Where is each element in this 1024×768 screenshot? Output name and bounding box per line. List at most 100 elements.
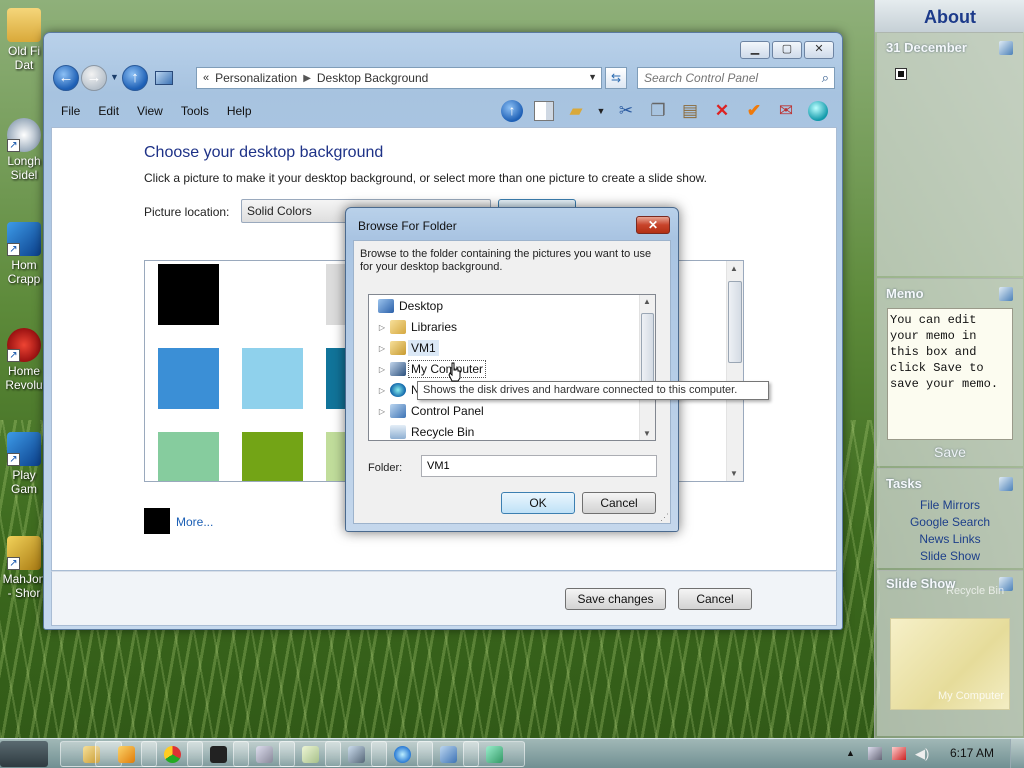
desktop-icon-hp-home[interactable]: ↗ Hom Crapp: [0, 222, 48, 286]
desktop-icon-label: Play Gam: [10, 468, 37, 496]
ok-button[interactable]: OK: [501, 492, 575, 514]
task-google-search[interactable]: Google Search: [875, 515, 1024, 529]
task-news-links[interactable]: News Links: [875, 532, 1024, 546]
cut-icon[interactable]: ✂: [614, 99, 638, 123]
folder-check-icon[interactable]: ▰: [564, 99, 588, 123]
back-button[interactable]: ←: [53, 65, 79, 91]
memo-save-button[interactable]: Save: [875, 444, 1024, 460]
desktop-icon-home-revolution[interactable]: ↗ Home Revolu: [0, 328, 48, 392]
dialog-close-button[interactable]: ✕: [636, 216, 670, 234]
scroll-down-icon[interactable]: ▼: [643, 429, 651, 438]
sidebar-calendar: 31 December: [877, 32, 1023, 276]
menu-help[interactable]: Help: [218, 104, 261, 118]
checkmark-icon[interactable]: ✔: [742, 99, 766, 123]
tree-item-libraries[interactable]: ▷ Libraries: [377, 317, 457, 337]
folder-tree: Desktop ▷ Libraries ▷ VM1 ▷ My Computer …: [368, 294, 656, 441]
memo-textarea[interactable]: You can edit your memo in this box and c…: [887, 308, 1013, 440]
search-input[interactable]: [638, 68, 808, 88]
color-swatch[interactable]: [158, 348, 219, 409]
start-button[interactable]: [0, 741, 48, 767]
color-swatch[interactable]: [242, 432, 303, 481]
color-swatch[interactable]: [242, 264, 303, 325]
expand-icon[interactable]: ▷: [377, 365, 387, 374]
up-button[interactable]: ↑: [122, 65, 148, 91]
tray-arrow-icon[interactable]: ▲: [846, 748, 855, 758]
color-swatch[interactable]: [242, 348, 303, 409]
expand-icon[interactable]: ▷: [377, 323, 387, 332]
minimize-button[interactable]: ▁: [740, 41, 770, 59]
tree-scrollbar[interactable]: ▲ ▼: [639, 295, 655, 440]
desktop-icon-longhorn-sidebar[interactable]: ↗ Longh Sidel: [0, 118, 48, 182]
calendar-settings-icon[interactable]: [999, 41, 1013, 55]
tree-item-desktop[interactable]: Desktop: [378, 296, 443, 316]
task-file-mirrors[interactable]: File Mirrors: [875, 498, 1024, 512]
search-icon[interactable]: ⌕: [822, 70, 829, 86]
panel-icon[interactable]: [532, 99, 556, 123]
search-box: ⌕: [637, 67, 835, 89]
dialog-cancel-button[interactable]: Cancel: [582, 492, 656, 514]
tree-item-recycle-bin[interactable]: Recycle Bin: [390, 422, 474, 440]
scroll-down-icon[interactable]: ▼: [730, 469, 738, 478]
menu-tools[interactable]: Tools: [172, 104, 218, 118]
globe-icon[interactable]: [806, 99, 830, 123]
control-panel-icon: [439, 745, 457, 763]
color-swatch[interactable]: [158, 432, 219, 481]
menu-file[interactable]: File: [52, 104, 89, 118]
tree-item-my-computer[interactable]: ▷ My Computer: [377, 359, 487, 379]
resize-grip-icon[interactable]: ⋰: [660, 512, 669, 523]
up-arrow-icon[interactable]: ↑: [500, 99, 524, 123]
tree-item-control-panel[interactable]: ▷ Control Panel: [377, 401, 484, 421]
page-description: Click a picture to make it your desktop …: [144, 171, 707, 185]
tray-volume-icon[interactable]: ◀): [915, 746, 929, 762]
delete-icon[interactable]: ✕: [710, 99, 734, 123]
taskbar-network[interactable]: [463, 741, 525, 767]
tray-network-icon[interactable]: [868, 747, 882, 760]
memo-settings-icon[interactable]: [999, 287, 1013, 301]
show-desktop-button[interactable]: [1010, 739, 1024, 768]
desktop-icon-play-games[interactable]: ↗ Play Gam: [0, 432, 48, 496]
folder-label: Folder:: [368, 462, 403, 474]
sidebar-header[interactable]: About: [875, 0, 1024, 32]
folder-field[interactable]: [421, 455, 657, 477]
cancel-button[interactable]: Cancel: [678, 588, 752, 610]
scroll-up-icon[interactable]: ▲: [643, 297, 651, 306]
address-bar[interactable]: « Personalization ▶ Desktop Background ▼: [196, 67, 602, 89]
copy-icon[interactable]: ❐: [646, 99, 670, 123]
paste-icon[interactable]: ▤: [678, 99, 702, 123]
libraries-icon: [390, 320, 406, 334]
tasks-settings-icon[interactable]: [999, 477, 1013, 491]
color-swatch[interactable]: [158, 264, 219, 325]
toolbar: ↑ ▰ ▼ ✂ ❐ ▤ ✕ ✔ ✉: [500, 97, 830, 125]
close-button[interactable]: ✕: [804, 41, 834, 59]
tree-item-network[interactable]: ▷ N: [377, 380, 420, 400]
taskbar-clock[interactable]: 6:17 AM: [950, 746, 994, 760]
tray-flag-icon[interactable]: [892, 747, 906, 760]
recent-pages-dropdown-icon[interactable]: ▼: [110, 72, 119, 82]
swatch-scrollbar[interactable]: ▲ ▼: [726, 261, 743, 481]
scroll-thumb[interactable]: [728, 281, 742, 363]
desktop-icon-mahjong[interactable]: ↗ MahJon - Shor: [0, 536, 48, 600]
more-colors-link[interactable]: More...: [176, 515, 213, 529]
calendar-checkbox-icon[interactable]: [895, 68, 907, 80]
scroll-up-icon[interactable]: ▲: [730, 264, 738, 273]
breadcrumb-personalization[interactable]: Personalization: [215, 71, 297, 85]
mail-icon[interactable]: ✉: [774, 99, 798, 123]
breadcrumb-desktop-background[interactable]: Desktop Background: [317, 71, 428, 85]
dropdown-icon[interactable]: ▼: [596, 99, 606, 123]
expand-icon[interactable]: ▷: [377, 386, 387, 395]
refresh-button[interactable]: ⇆: [605, 67, 627, 89]
chrome-icon: [163, 745, 181, 763]
forward-button[interactable]: →: [81, 65, 107, 91]
expand-icon[interactable]: ▷: [377, 344, 387, 353]
expand-icon[interactable]: ▷: [377, 407, 387, 416]
menu-view[interactable]: View: [128, 104, 172, 118]
tree-item-vm1[interactable]: ▷ VM1: [377, 338, 439, 358]
menu-edit[interactable]: Edit: [89, 104, 128, 118]
desktop-icon-old-files[interactable]: Old Fi Dat: [0, 8, 48, 72]
task-slide-show[interactable]: Slide Show: [875, 549, 1024, 563]
breadcrumb-overflow-icon[interactable]: «: [203, 72, 209, 84]
maximize-button[interactable]: ▢: [772, 41, 802, 59]
address-dropdown-icon[interactable]: ▼: [588, 72, 597, 82]
save-changes-button[interactable]: Save changes: [565, 588, 666, 610]
hand-cursor-icon: [448, 362, 461, 382]
